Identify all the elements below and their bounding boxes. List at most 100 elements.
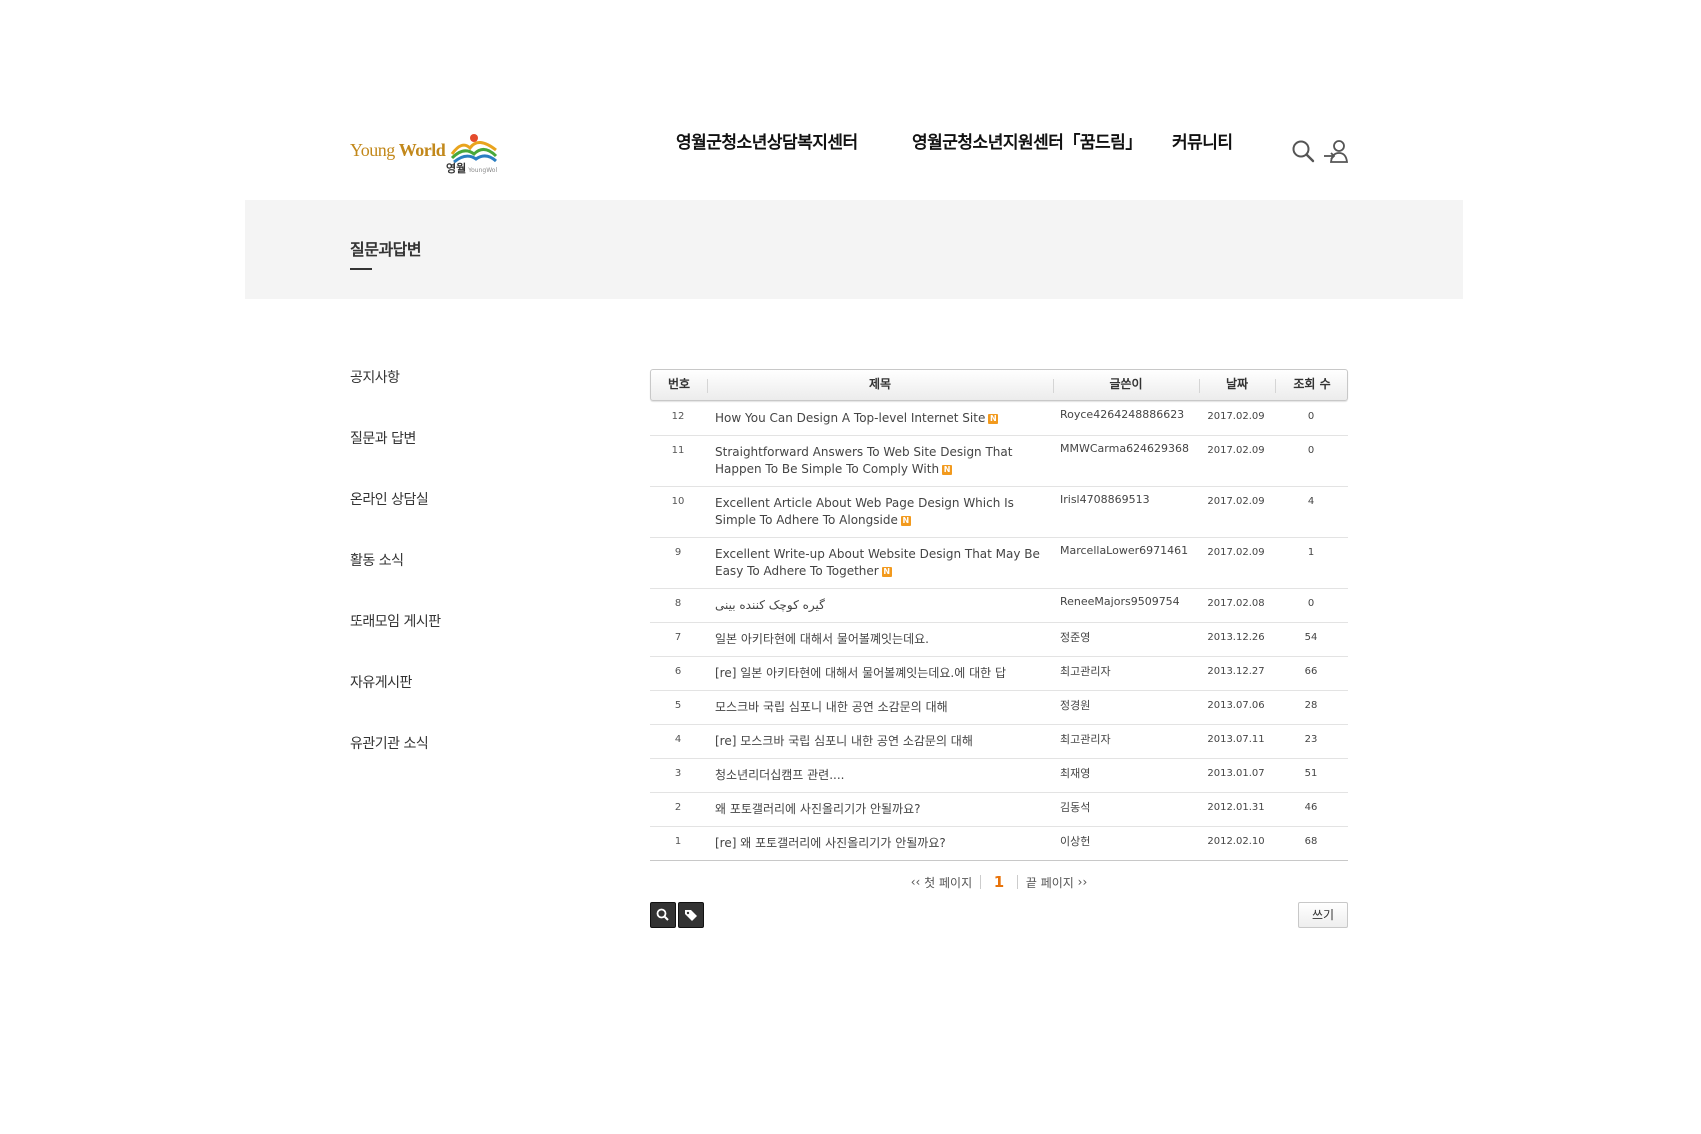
write-button[interactable]: 쓰기: [1298, 902, 1348, 928]
row-title-text: How You Can Design A Top-level Internet …: [715, 411, 986, 425]
nav-counseling-center[interactable]: 영월군청소년상담복지센터: [676, 128, 858, 153]
row-author: 정경원: [1060, 699, 1091, 712]
table-row[interactable]: 4 [re] 모스크바 국립 심포니 내한 공연 소감문의 대해 최고관리자 2013…: [650, 725, 1348, 759]
sidebar-item-qna[interactable]: 질문과 답변: [350, 429, 550, 490]
row-title-link[interactable]: [re] 모스크바 국립 심포니 내한 공연 소감문의 대해: [715, 733, 1050, 750]
table-row[interactable]: 5 모스크바 국립 심포니 내한 공연 소감문의 대해 정경원 2013.07.06 2…: [650, 691, 1348, 725]
row-number: 9: [674, 547, 682, 558]
row-title-link[interactable]: Excellent Write-up About Website Design …: [715, 546, 1050, 580]
new-badge-icon: N: [900, 516, 911, 526]
row-title-link[interactable]: [re] 왜 포토갤러리에 사진올리기가 안될까요?: [715, 835, 1050, 852]
table-header: 번호 제목 글쓴이 날짜 조회 수: [650, 369, 1348, 401]
row-title-link[interactable]: گیره کوچک کننده بینی: [715, 597, 1050, 614]
site-header: Young World 영월 YoungWol 영월군청소년상담복지센터 영월군청…: [0, 0, 1701, 200]
row-date: 2017.02.09: [1207, 411, 1265, 422]
row-author: 최고관리자: [1060, 733, 1111, 746]
table-row[interactable]: 10 Excellent Article About Web Page Desig…: [650, 487, 1348, 538]
table-row[interactable]: 7 일본 아키타현에 대해서 물어볼꼐잇는데요. 정준영 2013.12.26 54: [650, 623, 1348, 657]
row-number: 7: [674, 632, 682, 643]
row-title-text: [re] 일본 아키타현에 대해서 물어볼꼐잇는데요.에 대한 답: [715, 666, 1006, 680]
page-title: 질문과답변: [350, 240, 422, 259]
row-date: 2013.12.26: [1207, 632, 1265, 643]
row-title-text: Excellent Article About Web Page Design …: [715, 496, 1014, 527]
row-date: 2013.01.07: [1207, 768, 1265, 779]
row-number: 3: [674, 768, 682, 779]
row-title-link[interactable]: 청소년리더십캠프 관련....: [715, 767, 1050, 784]
table-row[interactable]: 8 گیره کوچک کننده بینی ReneeMajors9509754 2…: [650, 589, 1348, 623]
row-date: 2012.01.31: [1207, 802, 1265, 813]
column-header-date: 날짜: [1225, 377, 1249, 391]
table-row[interactable]: 9 Excellent Write-up About Website Design…: [650, 538, 1348, 589]
sidebar-item-activity-news[interactable]: 활동 소식: [350, 551, 550, 612]
sidebar-item-related-news[interactable]: 유관기관 소식: [350, 734, 550, 795]
table-row[interactable]: 6 [re] 일본 아키타현에 대해서 물어볼꼐잇는데요.에 대한 답 최고관리자 2…: [650, 657, 1348, 691]
site-logo[interactable]: Young World 영월 YoungWol: [350, 130, 500, 176]
sidebar-item-online-counseling[interactable]: 온라인 상담실: [350, 490, 550, 551]
row-date: 2017.02.09: [1207, 496, 1265, 507]
new-badge-icon: N: [881, 567, 892, 577]
row-hits: 28: [1304, 700, 1318, 711]
board-search-button[interactable]: [650, 902, 676, 928]
sidebar-item-notice[interactable]: 공지사항: [350, 368, 550, 429]
current-page[interactable]: 1: [994, 873, 1004, 891]
row-title-link[interactable]: Straightforward Answers To Web Site Desi…: [715, 444, 1050, 478]
row-author: 정준영: [1060, 631, 1091, 644]
row-number: 6: [674, 666, 682, 677]
row-hits: 1: [1307, 547, 1315, 558]
row-author: MMWCarma624629368: [1060, 442, 1190, 455]
row-title-text: 왜 포토갤러리에 사진올리기가 안될까요?: [715, 802, 921, 816]
row-title-link[interactable]: How You Can Design A Top-level Internet …: [715, 410, 1050, 427]
row-title-link[interactable]: 일본 아키타현에 대해서 물어볼꼐잇는데요.: [715, 631, 1050, 648]
row-hits: 0: [1307, 445, 1315, 456]
row-date: 2017.02.09: [1207, 445, 1265, 456]
row-number: 12: [671, 411, 685, 422]
sidebar-item-free-board[interactable]: 자유게시판: [350, 673, 550, 734]
last-page-link[interactable]: 끝 페이지 ››: [1026, 875, 1087, 890]
search-icon: [656, 908, 669, 921]
row-author: ReneeMajors9509754: [1060, 595, 1180, 608]
column-header-title: 제목: [868, 377, 892, 391]
row-title-link[interactable]: [re] 일본 아키타현에 대해서 물어볼꼐잇는데요.에 대한 답: [715, 665, 1050, 682]
row-date: 2017.02.08: [1207, 598, 1265, 609]
board-table: 번호 제목 글쓴이 날짜 조회 수 12 How You Can Design A…: [650, 369, 1348, 861]
row-title-text: گیره کوچک کننده بینی: [715, 598, 825, 612]
table-row[interactable]: 12 How You Can Design A Top-level Interne…: [650, 402, 1348, 436]
search-icon[interactable]: [1290, 138, 1316, 164]
row-number: 8: [674, 598, 682, 609]
column-header-hits: 조회 수: [1293, 377, 1331, 391]
nav-community[interactable]: 커뮤니티: [1172, 128, 1233, 153]
pager-divider: [1017, 875, 1019, 889]
sidebar-item-peer-group-board[interactable]: 또래모임 게시판: [350, 612, 550, 673]
row-hits: 68: [1304, 836, 1318, 847]
tag-button[interactable]: [678, 902, 704, 928]
row-title-link[interactable]: 왜 포토갤러리에 사진올리기가 안될까요?: [715, 801, 1050, 818]
pager-divider: [979, 875, 981, 889]
login-icon[interactable]: [1323, 138, 1349, 164]
first-page-link[interactable]: ‹‹ 첫 페이지: [911, 875, 972, 890]
row-number: 5: [674, 700, 682, 711]
row-date: 2013.07.11: [1207, 734, 1265, 745]
row-author: 최고관리자: [1060, 665, 1111, 678]
row-title-text: Straightforward Answers To Web Site Desi…: [715, 445, 1013, 476]
table-row[interactable]: 2 왜 포토갤러리에 사진올리기가 안될까요? 김동석 2012.01.31 46: [650, 793, 1348, 827]
row-title-text: 일본 아키타현에 대해서 물어볼꼐잇는데요.: [715, 632, 929, 646]
title-underline: [350, 268, 372, 270]
table-row[interactable]: 1 [re] 왜 포토갤러리에 사진올리기가 안될까요? 이상헌 2012.02.10…: [650, 827, 1348, 861]
row-title-link[interactable]: 모스크바 국립 심포니 내한 공연 소감문의 대해: [715, 699, 1050, 716]
row-hits: 51: [1304, 768, 1318, 779]
row-date: 2012.02.10: [1207, 836, 1265, 847]
sidebar-menu: 공지사항 질문과 답변 온라인 상담실 활동 소식 또래모임 게시판 자유게시판…: [350, 368, 550, 795]
logo-subtitle: 영월 YoungWol: [446, 162, 498, 175]
row-author: 이상헌: [1060, 835, 1091, 848]
tag-icon: [685, 910, 697, 921]
row-date: 2013.07.06: [1207, 700, 1265, 711]
row-hits: 4: [1307, 496, 1315, 507]
logo-wordmark: Young World: [350, 140, 446, 160]
row-hits: 0: [1307, 411, 1315, 422]
row-number: 10: [671, 496, 685, 507]
table-row[interactable]: 11 Straightforward Answers To Web Site De…: [650, 436, 1348, 487]
table-row[interactable]: 3 청소년리더십캠프 관련.... 최재영 2013.01.07 51: [650, 759, 1348, 793]
row-author: Irisl4708869513: [1060, 493, 1150, 506]
nav-support-center[interactable]: 영월군청소년지원센터「꿈드림」: [912, 128, 1142, 153]
row-title-link[interactable]: Excellent Article About Web Page Design …: [715, 495, 1050, 529]
